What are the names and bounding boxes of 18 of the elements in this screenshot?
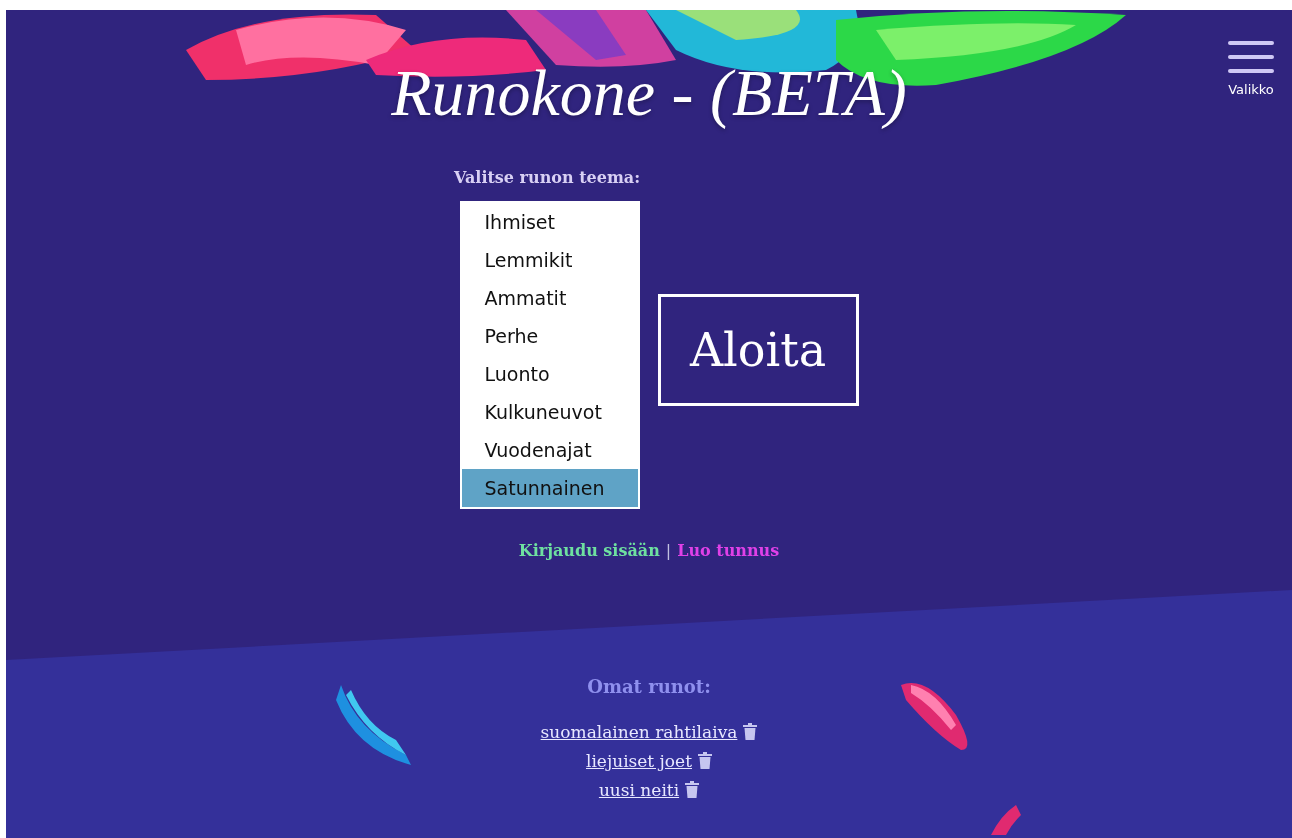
trash-icon <box>698 752 712 769</box>
delete-button[interactable] <box>743 723 758 740</box>
start-button[interactable]: Aloita <box>657 294 859 406</box>
account-link[interactable]: Kirjaudu sisään <box>518 541 660 560</box>
poem-link[interactable]: liejuiset joet <box>586 750 692 771</box>
section-title: Omat runot: <box>587 676 711 697</box>
delete-button[interactable] <box>698 752 712 769</box>
separator: | <box>665 541 672 560</box>
account-link[interactable]: Luo tunnus <box>677 541 780 560</box>
poem-link[interactable]: suomalainen rahtilaiva <box>540 721 738 742</box>
theme-option[interactable]: Satunnainen <box>461 469 638 507</box>
menu-icon <box>1228 40 1274 74</box>
trash-icon <box>685 781 700 798</box>
poem-link[interactable]: uusi neiti <box>598 779 680 800</box>
trash-icon <box>743 723 758 740</box>
delete-button[interactable] <box>685 781 700 798</box>
menu-button[interactable]: Valikko <box>1228 40 1274 97</box>
theme-label: Valitse runon teema: <box>454 168 642 187</box>
